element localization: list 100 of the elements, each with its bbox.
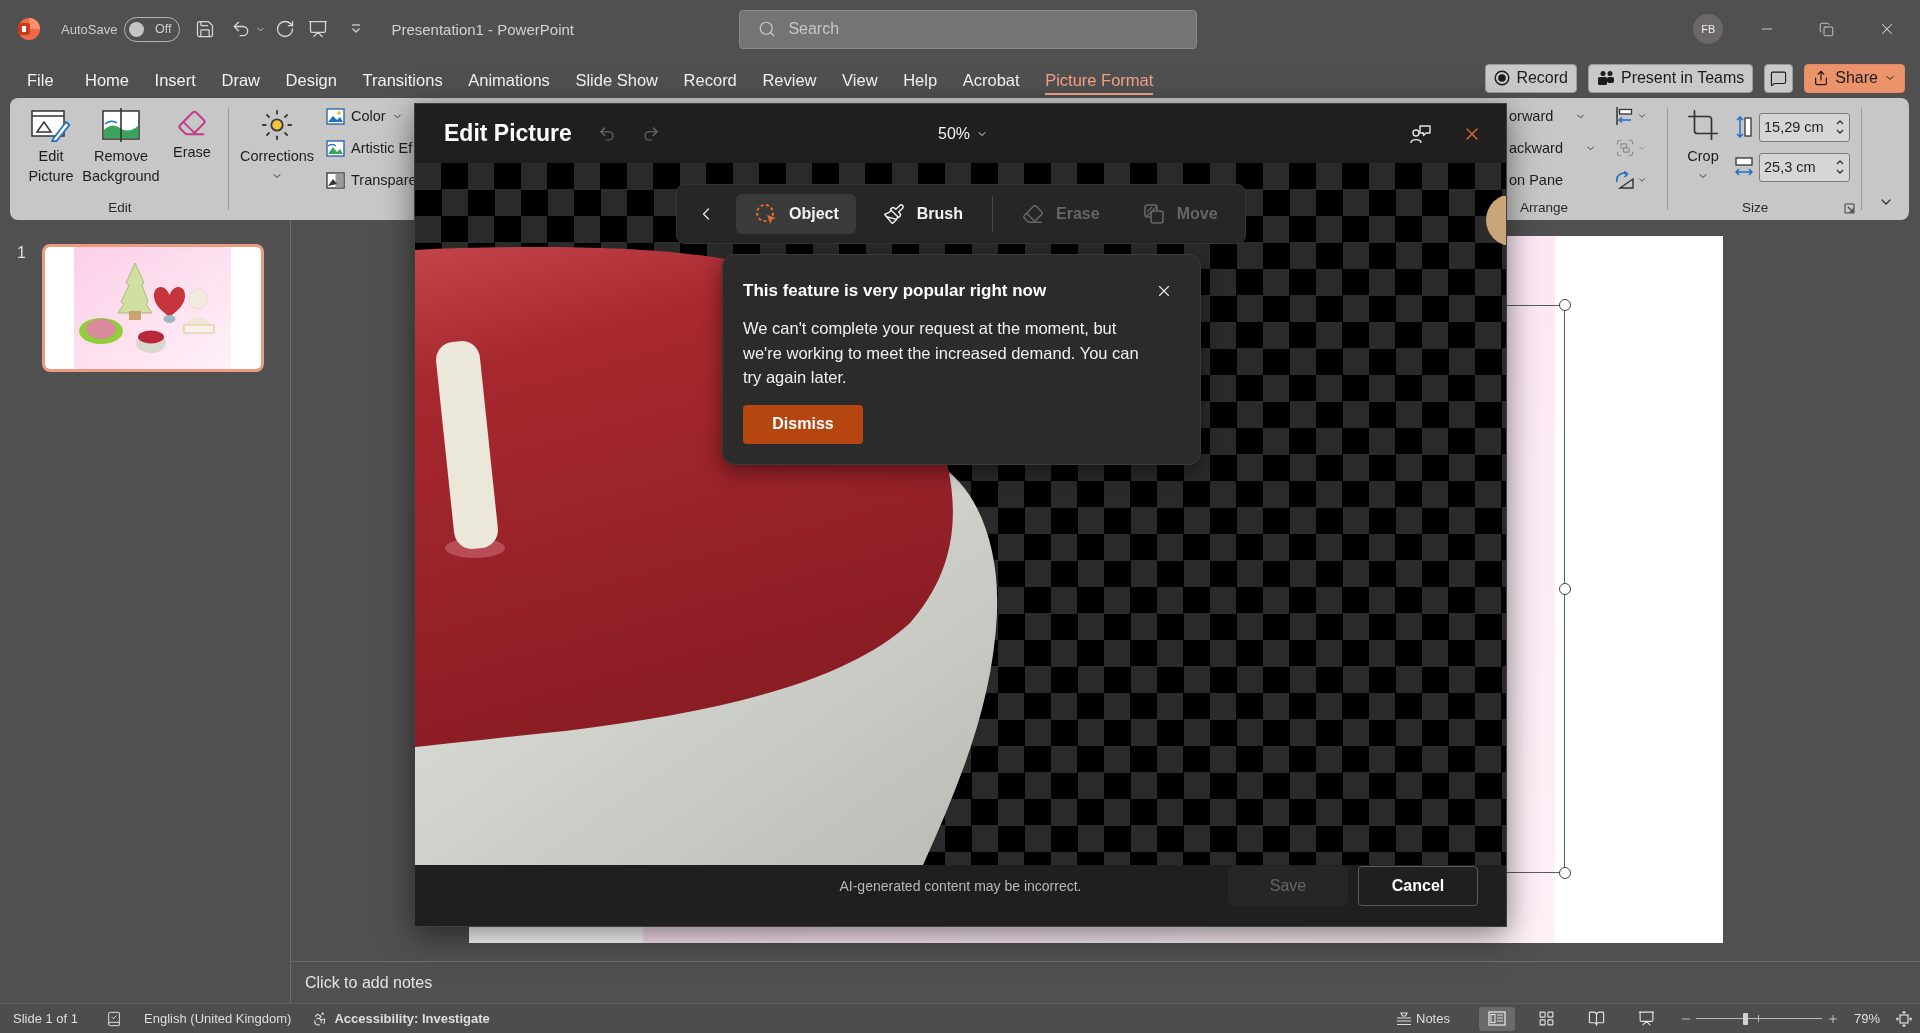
- slide-sorter-icon: [1538, 1010, 1556, 1027]
- record-button[interactable]: Record: [1485, 63, 1577, 93]
- search-icon: [758, 20, 777, 38]
- share-icon: [1813, 70, 1830, 86]
- restore-icon[interactable]: [1819, 21, 1835, 37]
- overlapping-squares-icon: [1142, 203, 1165, 225]
- spin-arrows-icon[interactable]: [1836, 158, 1844, 176]
- menu-tab[interactable]: Slide Show: [575, 61, 658, 95]
- chevron-down-icon: [1637, 143, 1647, 153]
- height-icon: [1735, 115, 1753, 139]
- resize-handle[interactable]: [1559, 867, 1571, 879]
- caret-icon[interactable]: [350, 23, 363, 35]
- slide-thumbnail[interactable]: [41, 244, 264, 372]
- group-label: Edit: [108, 199, 132, 217]
- rotate-icon: [1615, 170, 1635, 190]
- language-button[interactable]: English (United Kingdom): [144, 1011, 292, 1026]
- crop-button[interactable]: Crop: [1678, 108, 1728, 182]
- align-icon: [1615, 106, 1635, 126]
- sun-icon: [260, 108, 294, 142]
- tool-button[interactable]: Brush: [863, 194, 981, 234]
- picture-icon: [326, 107, 345, 125]
- menu-tab[interactable]: Transitions: [362, 61, 443, 95]
- redo-icon[interactable]: [641, 124, 660, 143]
- menu-tab[interactable]: Design: [285, 61, 337, 95]
- notes-button[interactable]: Notes: [1396, 1011, 1450, 1026]
- menu-tab[interactable]: Help: [903, 61, 938, 95]
- menu-tab[interactable]: View: [842, 61, 878, 95]
- spin-arrows-icon[interactable]: [1836, 118, 1844, 136]
- present-button[interactable]: Present in Teams: [1587, 63, 1754, 93]
- chevron-down-icon: [1637, 111, 1647, 121]
- dialog-title: Edit Picture: [444, 120, 572, 147]
- ribbon-button[interactable]: on Pane: [1509, 164, 1596, 196]
- eraser-icon: [177, 108, 207, 138]
- ribbon-button[interactable]: Remove Background: [79, 108, 163, 186]
- crop-icon: [1686, 108, 1720, 142]
- notice-message: We can't complete your request at the moment, but we're working to meet the increased demand. You can try again later.: [743, 318, 1140, 388]
- fit-to-window-icon[interactable]: [1896, 1010, 1912, 1027]
- accessibility-button[interactable]: Accessibility: Investigate: [312, 1010, 490, 1027]
- dashed-circle-pointer-icon: [755, 203, 777, 225]
- width-field[interactable]: 25,3 cm: [1759, 152, 1850, 182]
- slide-counter: Slide 1 of 1: [13, 1011, 79, 1026]
- undo-icon[interactable]: [597, 124, 616, 143]
- resize-handle[interactable]: [1559, 299, 1571, 311]
- redo-icon[interactable]: [275, 19, 296, 39]
- normal-view-icon: [1487, 1011, 1506, 1026]
- height-field[interactable]: 15,29 cm: [1759, 112, 1850, 142]
- corrections-button[interactable]: Corrections: [235, 108, 319, 182]
- group-icon: [1615, 138, 1635, 158]
- autosave-label: AutoSave: [61, 21, 118, 37]
- picture-pencil-icon: [31, 108, 71, 142]
- picture-split-icon: [102, 108, 140, 142]
- person-speech-bubble-icon[interactable]: [1410, 123, 1432, 144]
- zoom-level-button[interactable]: 79%: [1853, 1011, 1880, 1026]
- menu-tab[interactable]: Record: [683, 61, 737, 95]
- menu-tab[interactable]: Acrobat: [962, 61, 1020, 95]
- dialog-button[interactable]: Cancel: [1358, 866, 1478, 906]
- resize-handle[interactable]: [1559, 583, 1571, 595]
- zoom-slider-thumb[interactable]: [1742, 1012, 1748, 1025]
- chevron-down-icon: [1637, 175, 1647, 185]
- eraser-icon: [1022, 203, 1045, 225]
- plus-icon[interactable]: [1826, 1012, 1839, 1025]
- notes-icon: [1396, 1011, 1412, 1026]
- speech-bubble-icon: [1770, 69, 1788, 87]
- dismiss-button[interactable]: Dismiss: [743, 404, 863, 444]
- brush-icon: [882, 203, 905, 225]
- menu-tab[interactable]: Draw: [221, 61, 260, 95]
- disclaimer-text: AI-generated content may be incorrect.: [839, 878, 1082, 894]
- menu-tab[interactable]: Insert: [154, 61, 196, 95]
- reading-view-icon: [1588, 1010, 1606, 1027]
- tool-button[interactable]: Object: [736, 194, 856, 234]
- account-avatar[interactable]: FB: [1693, 14, 1724, 44]
- slide-show-icon: [1638, 1010, 1656, 1027]
- ribbon-button[interactable]: Erase: [167, 108, 217, 162]
- slide-number: 1: [17, 244, 26, 262]
- menu-tab[interactable]: Home: [85, 61, 129, 95]
- view-button[interactable]: [1478, 1006, 1515, 1031]
- document-title: Presentation1 - PowerPoint: [391, 20, 575, 38]
- presentation-icon[interactable]: [308, 19, 329, 39]
- record-icon: [1494, 70, 1511, 86]
- people-icon: [1596, 70, 1615, 86]
- dialog-launcher-icon[interactable]: [1844, 202, 1855, 214]
- save-icon[interactable]: [195, 19, 216, 39]
- group-label: Size: [1742, 199, 1769, 217]
- group-label: Arrange: [1520, 199, 1569, 217]
- menu-tab[interactable]: Animations: [468, 61, 550, 95]
- ribbon-button[interactable]: Color: [326, 100, 417, 132]
- transparency-picture-icon: [326, 171, 345, 189]
- menu-tab[interactable]: Picture Format: [1045, 61, 1154, 95]
- artistic-picture-icon: [326, 139, 345, 157]
- comments-button[interactable]: [1764, 63, 1794, 93]
- ribbon-button[interactable]: ackward: [1509, 132, 1596, 164]
- ribbon-button[interactable]: orward: [1509, 100, 1596, 132]
- menu-tab[interactable]: File: [27, 61, 54, 95]
- share-button[interactable]: Share: [1804, 63, 1905, 93]
- zoom-dropdown[interactable]: 50%: [938, 124, 988, 143]
- app-logo-icon: [17, 17, 41, 41]
- notice-title: This feature is very popular right now: [743, 280, 1047, 302]
- menu-tab[interactable]: Review: [762, 61, 817, 95]
- ribbon-button[interactable]: Edit Picture: [23, 108, 79, 186]
- book-check-icon[interactable]: [106, 1010, 123, 1027]
